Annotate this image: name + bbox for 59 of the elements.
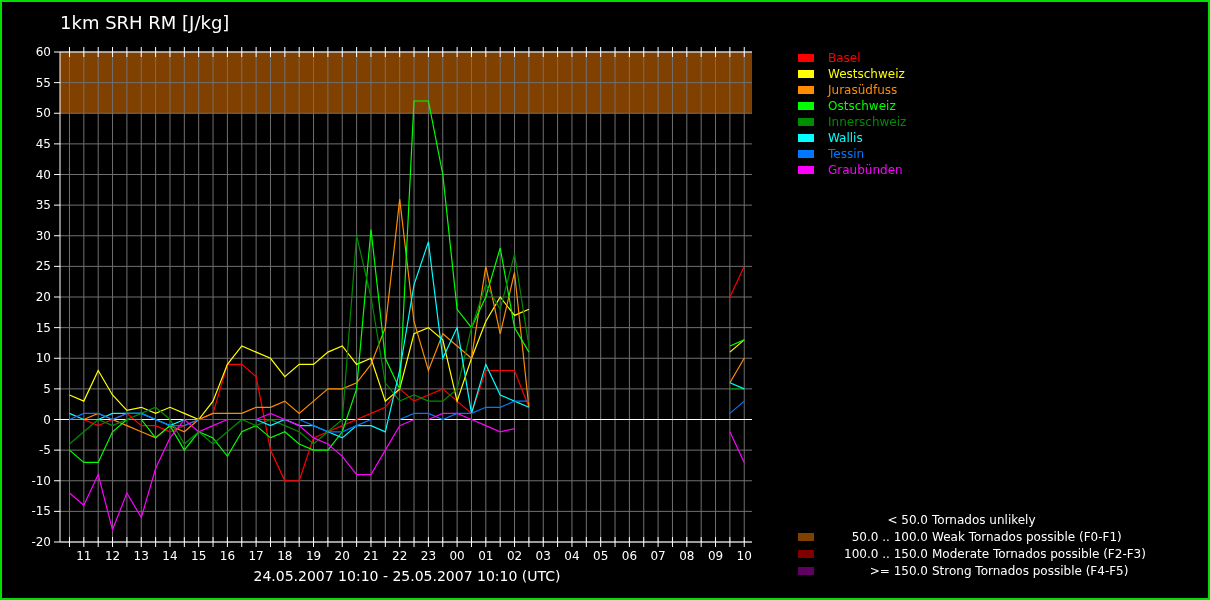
axis-label: 20: [35, 290, 51, 304]
axis-label: 09: [707, 549, 724, 563]
axis-label: -10: [31, 473, 51, 488]
legend-label: Graubünden: [828, 163, 903, 177]
axis-label: 18: [277, 549, 293, 563]
axis-label: 15: [35, 320, 51, 335]
axis-label: 16: [219, 549, 236, 563]
time-range: 24.05.2007 10:10 - 25.05.2007 10:10 (UTC): [252, 568, 562, 584]
legend-label: Westschweiz: [828, 67, 905, 81]
axis-label: 02: [506, 549, 523, 563]
legend-label: Ostschweiz: [828, 99, 896, 113]
axis-label: 05: [593, 549, 609, 563]
axis-label: 25: [35, 259, 51, 274]
axis-label: 07: [650, 549, 666, 563]
chart-title: 1km SRH RM [J/kg]: [59, 11, 231, 35]
axis-label: 45: [35, 136, 51, 151]
axis-label: 12: [104, 549, 121, 563]
legend-label: Jurasüdfuss: [828, 83, 898, 97]
legend-label: Tornados unlikely: [932, 513, 1037, 527]
axis-label: 03: [535, 549, 551, 563]
axis-label: 11: [76, 549, 92, 563]
axis-label: 15: [191, 549, 207, 563]
axis-label: 19: [305, 549, 322, 563]
axis-label: 23: [420, 549, 437, 563]
axis-label: 04: [564, 549, 580, 563]
legend-range: < 50.0: [886, 513, 928, 527]
axis-label: -5: [39, 443, 51, 458]
axis-label: 06: [621, 549, 638, 563]
axis-label: 20: [334, 549, 350, 563]
axis-label: -15: [31, 504, 51, 519]
axis-label: 60: [35, 45, 51, 59]
legend-range: 50.0 .. 100.0: [850, 530, 928, 544]
legend-label: Wallis: [828, 131, 863, 145]
axis-label: 00: [449, 549, 465, 563]
axis-label: 13: [133, 549, 149, 563]
legend-label: Weak Tornados possible (F0-F1): [932, 530, 1123, 544]
axis-label: 22: [392, 549, 408, 563]
axis-label: 0: [43, 412, 51, 427]
axis-label: 5: [43, 381, 51, 396]
axis-label: 55: [35, 75, 51, 90]
legend-range: >= 150.0: [868, 564, 928, 578]
axis-label: 21: [363, 549, 379, 563]
axis-label: 17: [248, 549, 264, 563]
axis-label: -20: [31, 535, 51, 549]
axis-label: 40: [35, 167, 51, 182]
legend-label: Strong Tornados possible (F4-F5): [932, 564, 1130, 578]
legend-range: 100.0 .. 150.0: [843, 547, 928, 561]
axis-label: 35: [35, 198, 51, 213]
axis-label: 10: [35, 351, 51, 366]
axis-label: 08: [679, 549, 695, 563]
legend-label: Basel: [828, 51, 861, 65]
legend-label: Tessin: [828, 147, 865, 161]
legend-label: Innerschweiz: [828, 115, 907, 129]
axis-label: 30: [35, 228, 51, 243]
axis-label: 50: [35, 106, 51, 121]
axis-label: 10: [736, 549, 752, 563]
legend-label: Moderate Tornados possible (F2-F3): [932, 547, 1147, 561]
axis-label: 14: [162, 549, 178, 563]
axis-label: 01: [478, 549, 494, 563]
